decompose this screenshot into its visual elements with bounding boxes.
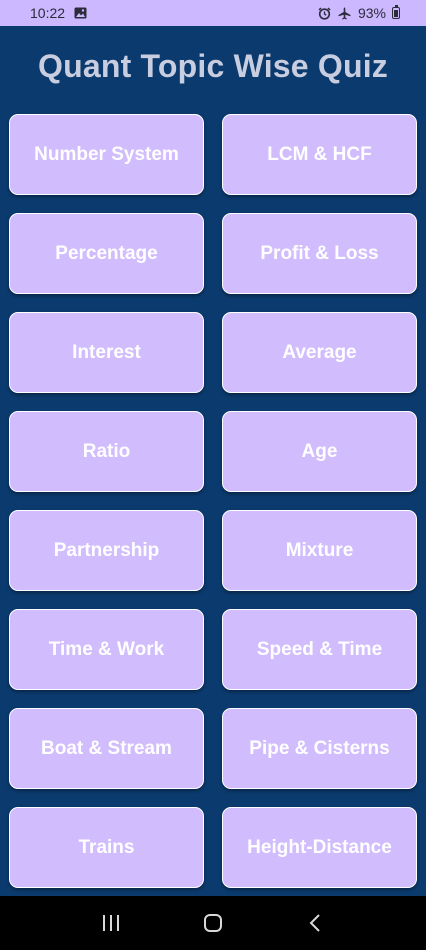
back-icon[interactable]	[295, 903, 335, 943]
status-time: 10:22	[30, 5, 66, 21]
alarm-icon	[318, 6, 332, 20]
image-icon	[73, 6, 87, 20]
topic-label: Trains	[78, 837, 135, 858]
topic-button-percentage[interactable]: Percentage	[9, 213, 204, 294]
topic-button-speed-time[interactable]: Speed & Time	[222, 609, 417, 690]
topic-button-partnership[interactable]: Partnership	[9, 510, 204, 591]
topic-button-interest[interactable]: Interest	[9, 312, 204, 393]
status-right: 93%	[318, 5, 400, 21]
topic-button-number-system[interactable]: Number System	[9, 114, 204, 195]
topic-label: Ratio	[82, 441, 131, 462]
status-bar: 10:22 93%	[0, 0, 426, 26]
topic-button-boat-stream[interactable]: Boat & Stream	[9, 708, 204, 789]
topic-button-height-distance[interactable]: Height-Distance	[222, 807, 417, 888]
topic-label: Partnership	[53, 540, 160, 561]
topic-label: Pipe & Cisterns	[249, 738, 390, 759]
home-icon[interactable]	[193, 903, 233, 943]
topic-button-lcm-hcf[interactable]: LCM & HCF	[222, 114, 417, 195]
topic-label: LCM & HCF	[267, 144, 372, 165]
topic-button-mixture[interactable]: Mixture	[222, 510, 417, 591]
battery-icon	[392, 5, 400, 19]
app-title: Quant Topic Wise Quiz	[38, 48, 388, 84]
system-nav-bar	[0, 896, 426, 950]
status-left: 10:22	[30, 5, 87, 21]
topic-label: Interest	[72, 342, 141, 363]
topic-label: Speed & Time	[256, 639, 383, 660]
airplane-icon	[338, 6, 352, 20]
topic-label: Average	[282, 342, 357, 363]
topic-button-ratio[interactable]: Ratio	[9, 411, 204, 492]
topic-button-average[interactable]: Average	[222, 312, 417, 393]
topic-label: Profit & Loss	[260, 243, 379, 264]
topic-label: Percentage	[55, 243, 158, 264]
topic-grid: Number System LCM & HCF Percentage Profi…	[9, 114, 417, 888]
topic-label: Time & Work	[48, 639, 165, 660]
topic-button-profit-loss[interactable]: Profit & Loss	[222, 213, 417, 294]
topic-label: Mixture	[285, 540, 354, 561]
topic-label: Height-Distance	[247, 837, 392, 858]
recent-apps-icon[interactable]	[91, 903, 131, 943]
topic-button-time-work[interactable]: Time & Work	[9, 609, 204, 690]
topic-label: Age	[301, 441, 338, 462]
battery-percent: 93%	[357, 5, 386, 21]
topic-button-age[interactable]: Age	[222, 411, 417, 492]
topic-label: Number System	[34, 144, 179, 165]
topic-button-pipe-cisterns[interactable]: Pipe & Cisterns	[222, 708, 417, 789]
topic-label: Boat & Stream	[41, 738, 172, 759]
topic-button-trains[interactable]: Trains	[9, 807, 204, 888]
